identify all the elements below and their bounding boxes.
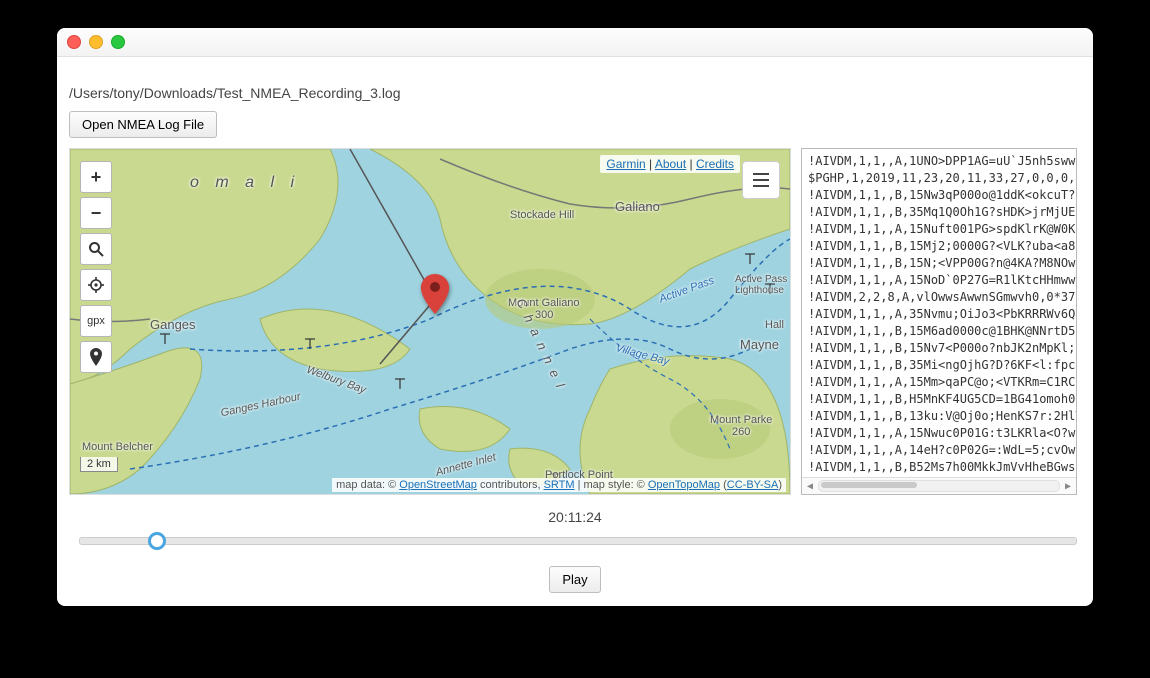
minimize-window-button[interactable] — [89, 35, 103, 49]
credits-link[interactable]: Credits — [696, 157, 734, 171]
license-link[interactable]: CC-BY-SA — [727, 479, 779, 491]
garmin-link[interactable]: Garmin — [606, 157, 645, 171]
titlebar — [57, 28, 1093, 57]
file-path-label: /Users/tony/Downloads/Test_NMEA_Recordin… — [69, 85, 1081, 101]
about-link[interactable]: About — [655, 157, 686, 171]
map-controls: + − gpx — [80, 161, 112, 373]
scroll-track[interactable] — [818, 480, 1060, 492]
hamburger-icon — [753, 173, 769, 187]
gpx-export-button[interactable]: gpx — [80, 305, 112, 337]
map-scale: 2 km — [80, 457, 118, 472]
zoom-out-button[interactable]: − — [80, 197, 112, 229]
window-controls — [67, 35, 125, 49]
scroll-thumb[interactable] — [821, 482, 917, 488]
close-window-button[interactable] — [67, 35, 81, 49]
play-button[interactable]: Play — [549, 566, 600, 593]
position-marker-icon — [420, 274, 450, 317]
map-menu-button[interactable] — [742, 161, 780, 199]
app-window: /Users/tony/Downloads/Test_NMEA_Recordin… — [57, 28, 1093, 606]
zoom-in-button[interactable]: + — [80, 161, 112, 193]
playback-timestamp: 20:11:24 — [69, 509, 1081, 525]
marker-icon — [90, 348, 102, 366]
zoom-window-button[interactable] — [111, 35, 125, 49]
nmea-log-text[interactable]: !AIVDM,1,1,,A,1UNO>DPP1AG=uU`J5nh5swwd2 … — [802, 149, 1076, 478]
map-search-button[interactable] — [80, 233, 112, 265]
otm-link[interactable]: OpenTopoMap — [648, 479, 720, 491]
playback-slider[interactable] — [79, 537, 1077, 545]
search-icon — [88, 241, 104, 257]
log-horizontal-scrollbar[interactable]: ◀ ▶ — [802, 477, 1076, 494]
osm-link[interactable]: OpenStreetMap — [399, 479, 477, 491]
map-canvas — [70, 149, 790, 494]
add-marker-button[interactable] — [80, 341, 112, 373]
crosshair-icon — [88, 277, 104, 293]
map-locate-button[interactable] — [80, 269, 112, 301]
window-content: /Users/tony/Downloads/Test_NMEA_Recordin… — [57, 57, 1093, 605]
open-log-button[interactable]: Open NMEA Log File — [69, 111, 217, 138]
nmea-log-panel: !AIVDM,1,1,,A,1UNO>DPP1AG=uU`J5nh5swwd2 … — [801, 148, 1077, 495]
scroll-right-arrow-icon[interactable]: ▶ — [1060, 479, 1076, 493]
srtm-link[interactable]: SRTM — [544, 479, 575, 491]
map-view[interactable]: o m a l i Galiano Stockade Hill Mount Ga… — [69, 148, 791, 495]
map-attribution: map data: © OpenStreetMap contributors, … — [332, 478, 786, 492]
map-provider-links: Garmin | About | Credits — [600, 155, 740, 173]
scroll-left-arrow-icon[interactable]: ◀ — [802, 479, 818, 493]
